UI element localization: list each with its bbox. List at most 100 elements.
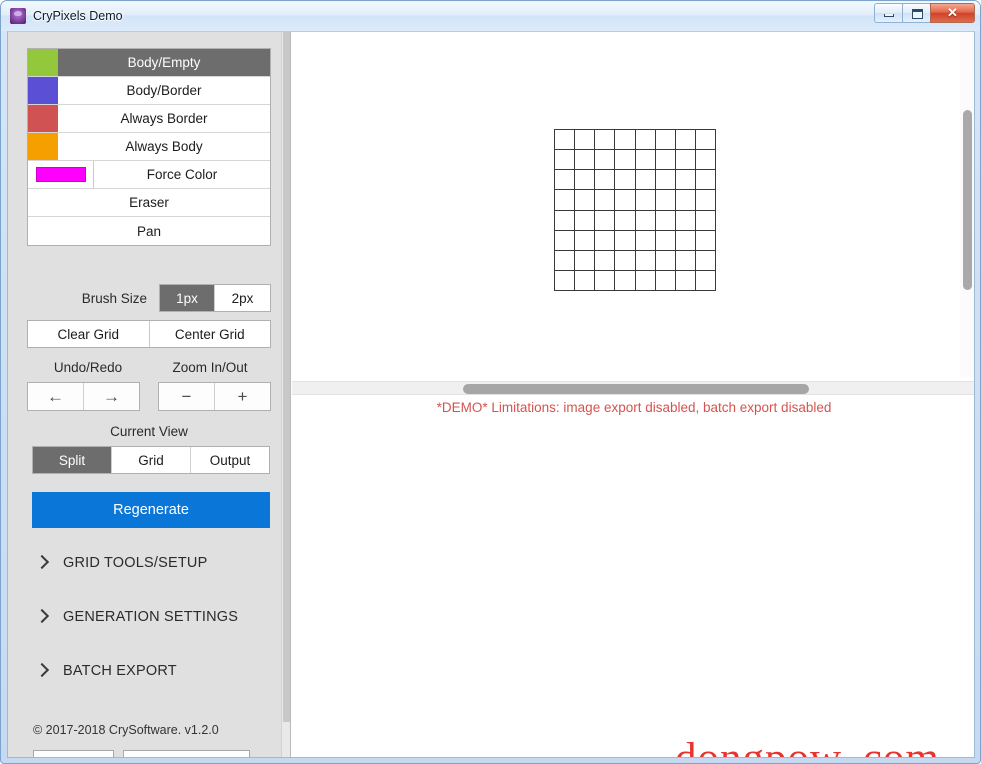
grid-cell[interactable] <box>675 250 696 271</box>
view-tab-output[interactable]: Output <box>191 447 269 473</box>
grid-cell[interactable] <box>675 130 696 151</box>
grid-cell[interactable] <box>655 270 676 291</box>
grid-cell[interactable] <box>615 230 636 251</box>
grid-cell[interactable] <box>555 230 576 251</box>
grid-cell[interactable] <box>675 270 696 291</box>
canvas-horizontal-scrollbar-thumb[interactable] <box>463 384 809 394</box>
grid-cell[interactable] <box>555 190 576 211</box>
grid-cell[interactable] <box>655 250 676 271</box>
grid-cell[interactable] <box>595 190 616 211</box>
grid-cell[interactable] <box>575 190 596 211</box>
grid-cell[interactable] <box>595 270 616 291</box>
grid-cell[interactable] <box>675 230 696 251</box>
grid-cell[interactable] <box>615 150 636 171</box>
sidebar-scrollbar[interactable] <box>281 32 290 757</box>
grid-cell[interactable] <box>575 230 596 251</box>
tool-item-eraser[interactable]: Eraser <box>28 189 270 217</box>
minimize-button[interactable] <box>874 3 903 23</box>
tool-item-body-empty[interactable]: Body/Empty <box>28 49 270 77</box>
shortcuts-button[interactable]: Shortcuts <box>33 750 115 757</box>
regenerate-button[interactable]: Regenerate <box>32 492 270 528</box>
grid-cell[interactable] <box>695 170 716 191</box>
grid-cell[interactable] <box>595 170 616 191</box>
grid-cell[interactable] <box>555 150 576 171</box>
force-color-picker[interactable] <box>28 161 94 188</box>
minus-icon[interactable]: − <box>159 383 215 410</box>
canvas-pane[interactable] <box>292 32 974 377</box>
grid-cell[interactable] <box>675 150 696 171</box>
maximize-button[interactable] <box>902 3 931 23</box>
view-tab-split[interactable]: Split <box>33 447 112 473</box>
grid-cell[interactable] <box>595 250 616 271</box>
center-grid-button[interactable]: Center Grid <box>149 321 270 347</box>
grid-cell[interactable] <box>555 250 576 271</box>
grid-cell[interactable] <box>555 170 576 191</box>
redo-arrow-icon[interactable]: → <box>84 383 139 410</box>
tool-item-always-border[interactable]: Always Border <box>28 105 270 133</box>
grid-cell[interactable] <box>635 230 656 251</box>
grid-cell[interactable] <box>595 130 616 151</box>
grid-cell[interactable] <box>695 230 716 251</box>
grid-cell[interactable] <box>615 250 636 271</box>
sidebar-scrollbar-thumb[interactable] <box>283 32 290 722</box>
grid-cell[interactable] <box>635 130 656 151</box>
grid-cell[interactable] <box>635 270 656 291</box>
grid-cell[interactable] <box>575 250 596 271</box>
grid-cell[interactable] <box>575 210 596 231</box>
grid-cell[interactable] <box>655 210 676 231</box>
welcome-screen-button[interactable]: Welcome Screen <box>123 750 250 757</box>
grid-cell[interactable] <box>575 130 596 151</box>
grid-cell[interactable] <box>695 210 716 231</box>
tool-item-always-body[interactable]: Always Body <box>28 133 270 161</box>
grid-cell[interactable] <box>615 170 636 191</box>
grid-cell[interactable] <box>635 190 656 211</box>
plus-icon[interactable]: + <box>215 383 270 410</box>
grid-cell[interactable] <box>695 250 716 271</box>
close-button[interactable]: ✕ <box>930 3 975 23</box>
grid-cell[interactable] <box>675 170 696 191</box>
grid-cell[interactable] <box>695 150 716 171</box>
grid-cell[interactable] <box>615 210 636 231</box>
section-batch-export[interactable]: BATCH EXPORT <box>35 654 285 688</box>
grid-cell[interactable] <box>635 210 656 231</box>
grid-cell[interactable] <box>655 230 676 251</box>
grid-cell[interactable] <box>635 170 656 191</box>
brush-size-1px-button[interactable]: 1px <box>160 285 215 311</box>
grid-cell[interactable] <box>695 130 716 151</box>
canvas-horizontal-scrollbar[interactable] <box>292 381 974 395</box>
grid-cell[interactable] <box>555 210 576 231</box>
section-generation-settings[interactable]: GENERATION SETTINGS <box>35 600 285 634</box>
tool-item-body-border[interactable]: Body/Border <box>28 77 270 105</box>
grid-cell[interactable] <box>695 190 716 211</box>
clear-grid-button[interactable]: Clear Grid <box>28 321 150 347</box>
grid-cell[interactable] <box>615 270 636 291</box>
grid-cell[interactable] <box>555 130 576 151</box>
grid-cell[interactable] <box>575 150 596 171</box>
grid-cell[interactable] <box>575 170 596 191</box>
tool-item-force-color[interactable]: Force Color <box>28 161 270 189</box>
grid-cell[interactable] <box>675 190 696 211</box>
canvas-vertical-scrollbar[interactable] <box>960 32 974 377</box>
view-tab-grid[interactable]: Grid <box>112 447 191 473</box>
grid-cell[interactable] <box>655 130 676 151</box>
undo-arrow-icon[interactable]: ← <box>28 383 84 410</box>
brush-size-2px-button[interactable]: 2px <box>215 285 270 311</box>
grid-cell[interactable] <box>615 190 636 211</box>
grid-cell[interactable] <box>595 210 616 231</box>
grid-cell[interactable] <box>595 150 616 171</box>
grid-cell[interactable] <box>575 270 596 291</box>
grid-cell[interactable] <box>695 270 716 291</box>
pixel-grid-canvas[interactable] <box>554 129 716 291</box>
grid-cell[interactable] <box>635 250 656 271</box>
grid-cell[interactable] <box>655 190 676 211</box>
grid-cell[interactable] <box>555 270 576 291</box>
grid-cell[interactable] <box>615 130 636 151</box>
grid-cell[interactable] <box>655 170 676 191</box>
grid-cell[interactable] <box>675 210 696 231</box>
grid-cell[interactable] <box>655 150 676 171</box>
grid-cell[interactable] <box>595 230 616 251</box>
tool-item-pan[interactable]: Pan <box>28 217 270 245</box>
section-grid-tools-setup[interactable]: GRID TOOLS/SETUP <box>35 546 285 580</box>
grid-cell[interactable] <box>635 150 656 171</box>
canvas-vertical-scrollbar-thumb[interactable] <box>963 110 972 290</box>
